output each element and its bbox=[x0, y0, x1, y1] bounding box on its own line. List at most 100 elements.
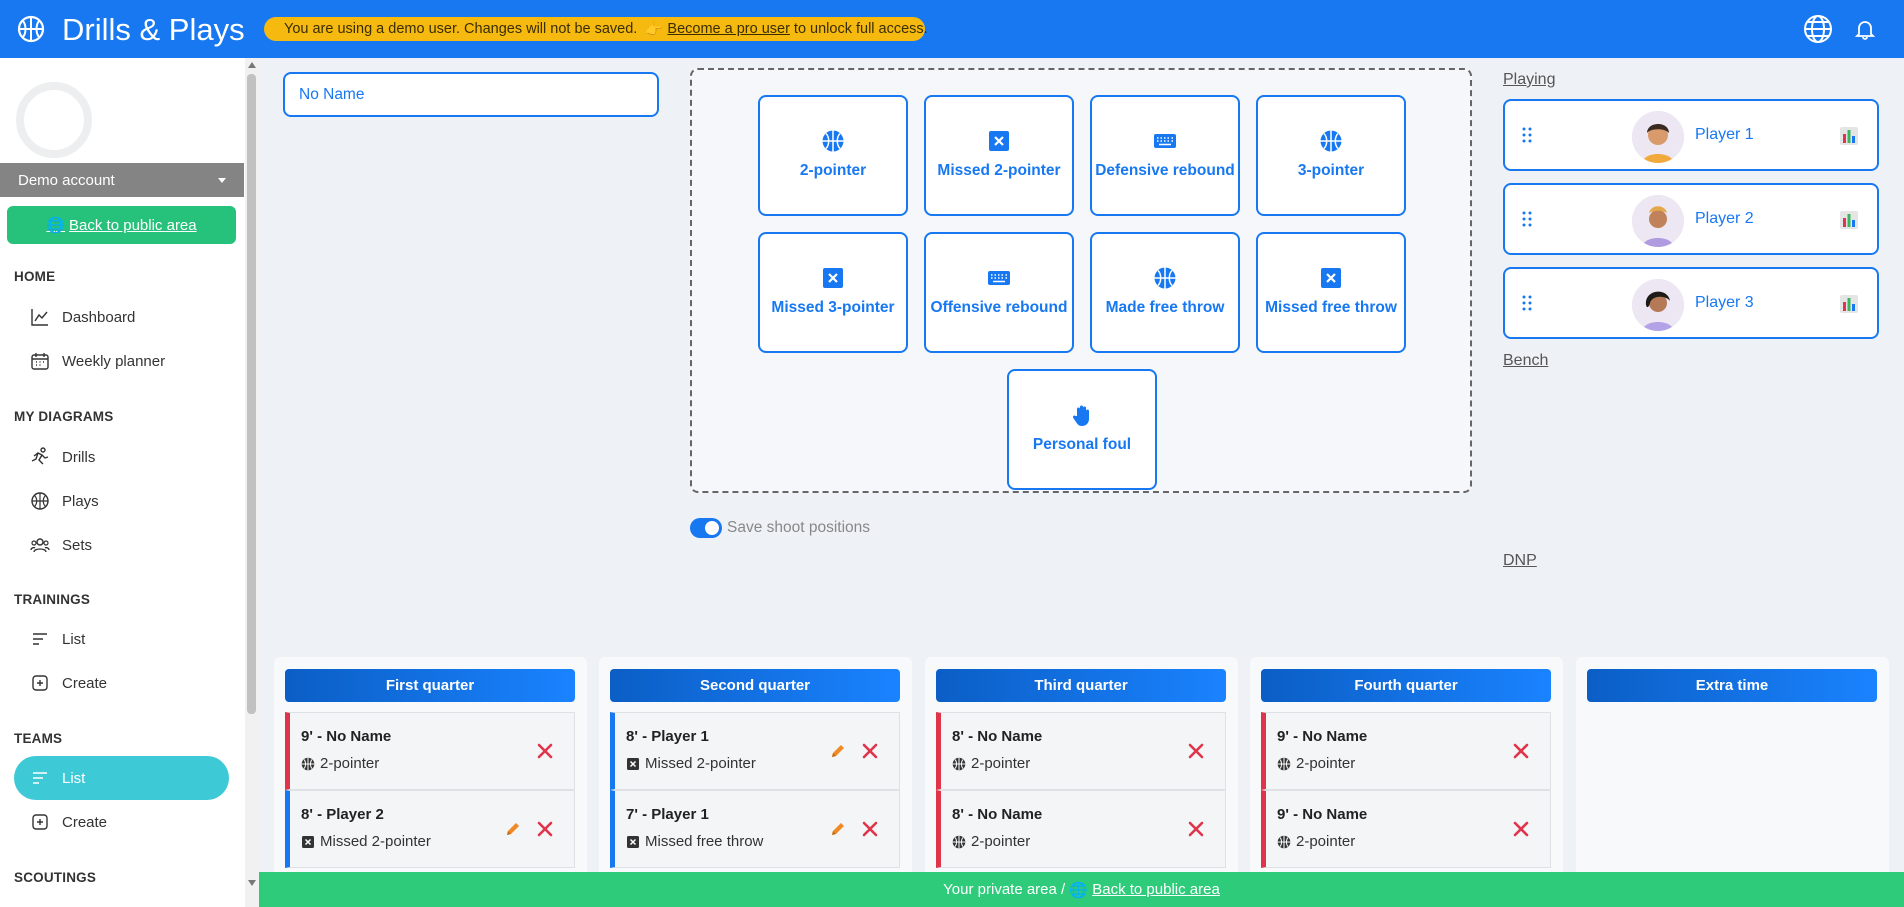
basketball-icon bbox=[31, 492, 49, 510]
playing-link[interactable]: Playing bbox=[1503, 71, 1555, 89]
sidebar-item-sets[interactable]: Sets bbox=[14, 523, 229, 567]
sidebar-item-label: Dashboard bbox=[62, 308, 136, 326]
app-title[interactable]: Drills & Plays bbox=[62, 12, 245, 48]
action-drop-zone[interactable]: 2-pointer Missed 2-pointer Defensive reb… bbox=[690, 68, 1472, 493]
avatar[interactable] bbox=[16, 82, 92, 158]
drag-handle-icon[interactable] bbox=[1522, 211, 1532, 227]
list-icon bbox=[33, 633, 47, 645]
quarter-header: Second quarter bbox=[610, 669, 900, 702]
three-pointer-button[interactable]: 3-pointer bbox=[1256, 95, 1406, 216]
two-pointer-button[interactable]: 2-pointer bbox=[758, 95, 908, 216]
section-trainings: TRAININGS bbox=[14, 592, 91, 607]
quarter-column-first: First quarter 9' - No Name 2-pointer 8' … bbox=[274, 657, 587, 907]
event-row: 8' - Player 1 Missed 2-pointer bbox=[610, 712, 900, 790]
player-card[interactable]: Player 2 bbox=[1503, 183, 1879, 255]
top-bar: Drills & Plays You are using a demo user… bbox=[0, 0, 1904, 58]
missed-three-pointer-button[interactable]: Missed 3-pointer bbox=[758, 232, 908, 353]
section-my-diagrams: MY DIAGRAMS bbox=[14, 409, 114, 424]
sidebar-item-drills[interactable]: Drills bbox=[14, 435, 229, 479]
delete-x-icon[interactable] bbox=[536, 820, 554, 838]
basketball-icon bbox=[1320, 130, 1342, 152]
section-scoutings: SCOUTINGS bbox=[14, 870, 97, 885]
sidebar-item-label: Drills bbox=[62, 448, 96, 466]
save-positions-toggle[interactable] bbox=[690, 518, 722, 538]
footer-back-link[interactable]: Back to public area bbox=[1092, 881, 1220, 898]
delete-x-icon[interactable] bbox=[1512, 820, 1530, 838]
sidebar-item-trainings-create[interactable]: Create bbox=[14, 661, 229, 705]
sidebar-item-plays[interactable]: Plays bbox=[14, 479, 229, 523]
delete-x-icon[interactable] bbox=[1187, 820, 1205, 838]
event-time-player: 9' - No Name bbox=[301, 728, 392, 745]
become-pro-link[interactable]: Become a pro user bbox=[667, 21, 790, 37]
action-label: 3-pointer bbox=[1297, 162, 1365, 179]
sidebar-item-label: List bbox=[62, 769, 86, 787]
sidebar-scrollbar[interactable] bbox=[245, 58, 259, 907]
caret-down-icon bbox=[218, 178, 226, 183]
sidebar-item-teams-list[interactable]: List bbox=[14, 756, 229, 800]
player-name: Player 2 bbox=[1695, 210, 1754, 227]
personal-foul-button[interactable]: Personal foul bbox=[1007, 369, 1157, 490]
pencil-icon[interactable] bbox=[504, 820, 522, 838]
demo-banner-text: You are using a demo user. Changes will … bbox=[284, 21, 638, 37]
quarter-column-third: Third quarter 8' - No Name 2-pointer 8' … bbox=[925, 657, 1238, 907]
player-card[interactable]: Player 3 bbox=[1503, 267, 1879, 339]
stats-chart-icon[interactable] bbox=[1839, 126, 1859, 146]
pointing-hand-icon: 👉 bbox=[645, 21, 664, 38]
globe-icon[interactable] bbox=[1802, 13, 1834, 45]
section-teams: TEAMS bbox=[14, 731, 63, 746]
hand-icon bbox=[1072, 405, 1089, 426]
player-card[interactable]: Player 1 bbox=[1503, 99, 1879, 171]
sidebar-item-label: List bbox=[62, 630, 86, 648]
event-time-player: 8' - Player 2 bbox=[301, 806, 384, 823]
running-icon bbox=[31, 447, 49, 465]
x-square-icon bbox=[989, 131, 1009, 151]
sidebar-item-label: Sets bbox=[62, 536, 93, 554]
event-row: 8' - No Name 2-pointer bbox=[936, 712, 1226, 790]
sidebar-item-trainings-list[interactable]: List bbox=[14, 617, 229, 661]
back-to-public-label: Back to public area bbox=[69, 216, 197, 234]
delete-x-icon[interactable] bbox=[536, 742, 554, 760]
missed-free-throw-button[interactable]: Missed free throw bbox=[1256, 232, 1406, 353]
missed-two-pointer-button[interactable]: Missed 2-pointer bbox=[924, 95, 1074, 216]
delete-x-icon[interactable] bbox=[1187, 742, 1205, 760]
made-free-throw-button[interactable]: Made free throw bbox=[1090, 232, 1240, 353]
account-select[interactable]: Demo account bbox=[0, 163, 244, 197]
drag-handle-icon[interactable] bbox=[1522, 295, 1532, 311]
event-action-label: 2-pointer bbox=[971, 833, 1031, 850]
event-time-player: 8' - No Name bbox=[952, 728, 1043, 745]
delete-x-icon[interactable] bbox=[861, 820, 879, 838]
action-label: Missed 3-pointer bbox=[771, 299, 895, 316]
bell-icon[interactable] bbox=[1854, 18, 1876, 40]
pencil-icon[interactable] bbox=[829, 820, 847, 838]
sidebar-item-weekly-planner[interactable]: Weekly planner bbox=[14, 339, 229, 383]
back-to-public-button[interactable]: 🌐 Back to public area bbox=[7, 206, 236, 244]
keyboard-icon bbox=[1154, 134, 1176, 148]
offensive-rebound-button[interactable]: Offensive rebound bbox=[924, 232, 1074, 353]
delete-x-icon[interactable] bbox=[861, 742, 879, 760]
drag-handle-icon[interactable] bbox=[1522, 127, 1532, 143]
demo-banner: You are using a demo user. Changes will … bbox=[264, 17, 928, 41]
dnp-link[interactable]: DNP bbox=[1503, 552, 1537, 570]
basketball-logo-icon[interactable] bbox=[16, 14, 46, 44]
event-action: 2-pointer bbox=[1277, 755, 1355, 772]
stats-chart-icon[interactable] bbox=[1839, 294, 1859, 314]
defensive-rebound-button[interactable]: Defensive rebound bbox=[1090, 95, 1240, 216]
plus-square-icon bbox=[32, 814, 48, 830]
action-label: Missed 2-pointer bbox=[937, 162, 1061, 179]
event-action-label: 2-pointer bbox=[971, 755, 1031, 772]
plus-square-icon bbox=[32, 675, 48, 691]
player-name: Player 1 bbox=[1695, 126, 1754, 143]
bench-link[interactable]: Bench bbox=[1503, 352, 1548, 370]
sidebar-item-dashboard[interactable]: Dashboard bbox=[14, 295, 229, 339]
pencil-icon[interactable] bbox=[829, 742, 847, 760]
stats-chart-icon[interactable] bbox=[1839, 210, 1859, 230]
x-square-icon bbox=[823, 268, 843, 288]
game-name-input[interactable] bbox=[283, 72, 659, 117]
keyboard-icon bbox=[988, 271, 1010, 285]
event-action: 2-pointer bbox=[301, 755, 379, 772]
sidebar-item-teams-create[interactable]: Create bbox=[14, 800, 229, 844]
event-action-label: Missed free throw bbox=[645, 833, 764, 850]
basketball-icon bbox=[1277, 835, 1291, 848]
delete-x-icon[interactable] bbox=[1512, 742, 1530, 760]
basketball-icon bbox=[1154, 267, 1176, 289]
